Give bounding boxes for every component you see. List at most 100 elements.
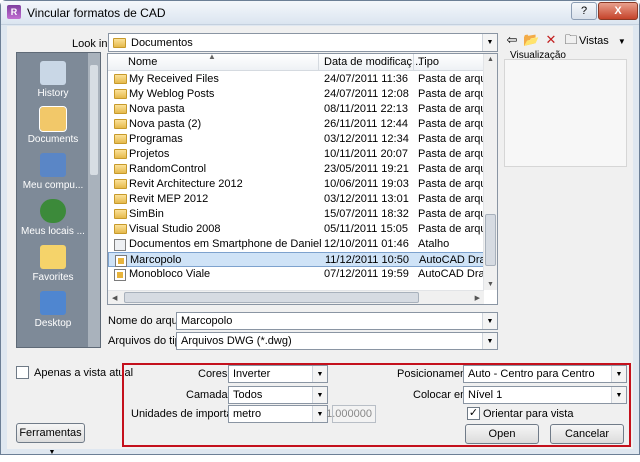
views-menu-button[interactable]: Vistas ▼ xyxy=(579,35,626,47)
file-list-row[interactable]: Programas 03/12/2011 12:34 Pasta de arquiv… xyxy=(108,132,484,147)
file-date: 07/12/2011 19:59 xyxy=(324,268,409,280)
place-at-dropdown[interactable]: Nível 1 ▼ xyxy=(463,386,627,404)
folder-icon xyxy=(114,74,127,84)
file-type: AutoCAD Drawing xyxy=(419,254,485,266)
place-history[interactable]: History xyxy=(17,61,89,99)
layers-dropdown[interactable]: Todos ▼ xyxy=(228,386,328,404)
lookin-value: Documentos xyxy=(131,37,193,49)
chevron-down-icon[interactable]: ▼ xyxy=(611,366,626,382)
chevron-down-icon[interactable]: ▼ xyxy=(482,313,497,329)
filetype-value: Arquivos DWG (*.dwg) xyxy=(181,335,292,347)
shortcut-icon xyxy=(114,239,126,251)
file-type: Pasta de arquivo xyxy=(418,103,484,115)
folder-icon xyxy=(114,224,127,234)
places-bar: History Documents Meu compu... Meus loca… xyxy=(16,52,101,348)
file-list-row[interactable]: Marcopolo 11/12/2011 10:50 AutoCAD Drawing xyxy=(108,252,485,267)
place-computer[interactable]: Meu compu... xyxy=(17,153,89,191)
places-scroll-thumb[interactable] xyxy=(90,65,98,175)
file-list-row[interactable]: Nova pasta (2) 26/11/2011 12:44 Pasta de a… xyxy=(108,117,484,132)
chevron-down-icon[interactable]: ▼ xyxy=(611,387,626,403)
chevron-down-icon[interactable]: ▼ xyxy=(312,387,327,403)
chevron-down-icon[interactable]: ▼ xyxy=(482,34,497,51)
filename-value: Marcopolo xyxy=(181,315,233,327)
file-list-row[interactable]: RandomControl 23/05/2011 19:21 Pasta de ar… xyxy=(108,162,484,177)
file-type: Pasta de arquivo xyxy=(418,73,484,85)
lookin-label: Look in: xyxy=(72,38,111,50)
places-scrollbar[interactable] xyxy=(88,53,100,347)
chevron-down-icon[interactable]: ▼ xyxy=(482,333,497,349)
tools-button[interactable]: Ferramentas ▼ xyxy=(16,423,85,456)
layers-value: Todos xyxy=(233,389,263,401)
place-documents-label: Documents xyxy=(27,134,79,145)
file-name: Revit Architecture 2012 xyxy=(129,178,243,190)
file-list[interactable]: Nome ▲ Data de modificaç... Tipo My Rece… xyxy=(107,53,498,305)
file-list-row[interactable]: My Weblog Posts 24/07/2011 12:08 Pasta de … xyxy=(108,87,484,102)
column-type[interactable]: Tipo xyxy=(418,56,439,68)
units-dropdown[interactable]: metro ▼ xyxy=(228,405,328,423)
orient-to-view-checkbox[interactable]: ✓ xyxy=(467,407,480,420)
help-button[interactable]: ? xyxy=(571,2,597,20)
file-list-row[interactable]: SimBin 15/07/2011 18:32 Pasta de arquivo xyxy=(108,207,484,222)
cancel-button[interactable]: Cancelar xyxy=(550,424,624,444)
place-desktop[interactable]: Desktop xyxy=(17,291,89,329)
file-list-row[interactable]: Documentos em Smartphone de Daniel Oliv.… xyxy=(108,237,484,252)
scroll-right-icon[interactable]: ▶ xyxy=(475,294,480,302)
folder-icon xyxy=(114,209,127,219)
filename-field[interactable]: Marcopolo ▼ xyxy=(176,312,498,330)
folder-icon xyxy=(113,38,126,48)
file-date: 10/11/2011 20:07 xyxy=(324,148,409,160)
only-current-view-checkbox[interactable] xyxy=(16,366,29,379)
place-at-value: Nível 1 xyxy=(468,389,503,401)
file-name: Monobloco Viale xyxy=(129,268,211,280)
folder-icon xyxy=(114,194,127,204)
back-icon[interactable]: ⇦ xyxy=(504,32,520,48)
file-date: 08/11/2011 22:13 xyxy=(324,103,409,115)
file-name: Documentos em Smartphone de Daniel Oliv.… xyxy=(129,238,321,250)
units-value: metro xyxy=(233,408,262,420)
vertical-scroll-thumb[interactable] xyxy=(485,214,496,266)
up-folder-icon[interactable]: 📂 xyxy=(523,32,539,48)
file-list-row[interactable]: Projetos 10/11/2011 20:07 Pasta de arquivo xyxy=(108,147,484,162)
file-list-row[interactable]: Visual Studio 2008 05/11/2011 15:05 Pasta … xyxy=(108,222,484,237)
file-name: My Weblog Posts xyxy=(129,88,215,100)
positioning-dropdown[interactable]: Auto - Centro para Centro ▼ xyxy=(463,365,627,383)
delete-icon[interactable]: ✕ xyxy=(543,32,559,48)
views-label: Vistas xyxy=(579,35,609,47)
preview-panel xyxy=(504,59,627,167)
desktop-icon xyxy=(40,291,66,315)
file-name: Projetos xyxy=(129,148,170,160)
only-current-view-label: Apenas a vista atual xyxy=(34,367,134,379)
colors-dropdown[interactable]: Inverter ▼ xyxy=(228,365,328,383)
column-divider[interactable] xyxy=(413,54,414,71)
file-list-row[interactable]: Revit MEP 2012 03/12/2011 13:01 Pasta de a… xyxy=(108,192,484,207)
column-divider[interactable] xyxy=(318,54,319,71)
chevron-down-icon[interactable]: ▼ xyxy=(312,406,327,422)
place-network[interactable]: Meus locais ... xyxy=(17,199,89,237)
title-bar[interactable]: R Vincular formatos de CAD ? X xyxy=(1,1,639,25)
file-list-row[interactable]: Revit Architecture 2012 10/06/2011 19:03 P… xyxy=(108,177,484,192)
file-list-horizontal-scrollbar[interactable]: ◀ ▶ xyxy=(108,290,484,304)
file-type: Atalho xyxy=(418,238,450,250)
views-dropdown-arrow-icon: ▼ xyxy=(617,37,626,46)
scroll-down-icon[interactable]: ▼ xyxy=(487,281,494,288)
horizontal-scroll-thumb[interactable] xyxy=(124,292,419,303)
file-name: Nova pasta xyxy=(129,103,185,115)
folder-icon xyxy=(114,104,127,114)
filetype-dropdown[interactable]: Arquivos DWG (*.dwg) ▼ xyxy=(176,332,498,350)
chevron-down-icon[interactable]: ▼ xyxy=(312,366,327,382)
lookin-dropdown[interactable]: Documentos ▼ xyxy=(108,33,498,52)
scroll-up-icon[interactable]: ▲ xyxy=(487,56,494,63)
file-list-row[interactable]: Monobloco Viale 07/12/2011 19:59 AutoCAD D… xyxy=(108,267,484,282)
units-scale-field[interactable]: 1.000000 xyxy=(326,405,376,423)
place-favorites[interactable]: Favorites xyxy=(17,245,89,283)
close-button[interactable]: X xyxy=(598,2,638,20)
open-button[interactable]: Open xyxy=(465,424,539,444)
column-name[interactable]: Nome xyxy=(128,56,157,68)
place-documents[interactable]: Documents xyxy=(17,106,89,145)
column-date[interactable]: Data de modificaç... xyxy=(324,56,421,68)
new-folder-icon[interactable]: 🗀 xyxy=(563,32,579,48)
file-list-row[interactable]: My Received Files 24/07/2011 11:36 Pasta d… xyxy=(108,72,484,87)
file-list-row[interactable]: Nova pasta 08/11/2011 22:13 Pasta de arqui… xyxy=(108,102,484,117)
file-list-vertical-scrollbar[interactable]: ▲ ▼ xyxy=(483,54,497,290)
scroll-left-icon[interactable]: ◀ xyxy=(112,294,117,302)
